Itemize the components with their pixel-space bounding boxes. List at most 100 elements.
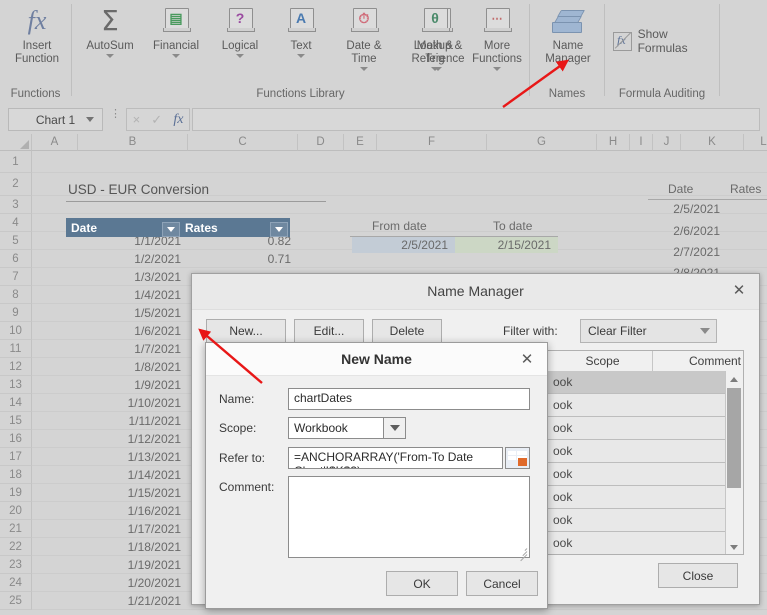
row-header-21[interactable]: 21 xyxy=(0,520,32,538)
name-input[interactable]: chartDates xyxy=(288,388,530,410)
from-date-cell[interactable]: 2/5/2021 xyxy=(352,237,455,253)
chevron-down-icon[interactable] xyxy=(106,54,114,58)
row-header-24[interactable]: 24 xyxy=(0,574,32,592)
result-cell-date[interactable]: 2/6/2021 xyxy=(660,224,720,238)
table-cell-date[interactable]: 1/5/2021 xyxy=(78,306,181,320)
row-header-5[interactable]: 5 xyxy=(0,232,32,250)
row-header-9[interactable]: 9 xyxy=(0,304,32,322)
row-header-8[interactable]: 8 xyxy=(0,286,32,304)
chevron-down-icon[interactable] xyxy=(172,54,180,58)
table-cell-date[interactable]: 1/15/2021 xyxy=(78,486,181,500)
math-trig-button[interactable]: θ Math & Trig xyxy=(403,2,467,71)
table-cell-date[interactable]: 1/19/2021 xyxy=(78,558,181,572)
cancel-button[interactable]: Cancel xyxy=(466,571,538,596)
row-header-2[interactable]: 2 xyxy=(0,173,32,196)
list-scrollbar[interactable] xyxy=(725,371,743,554)
chevron-down-icon[interactable] xyxy=(694,320,716,342)
table-cell-date[interactable]: 1/12/2021 xyxy=(78,432,181,446)
filter-dropdown[interactable]: Clear Filter xyxy=(580,319,717,343)
column-header-f[interactable]: F xyxy=(377,134,487,151)
close-icon[interactable]: ✕ xyxy=(516,349,538,369)
row-header-18[interactable]: 18 xyxy=(0,466,32,484)
new-button[interactable]: New... xyxy=(206,319,286,343)
row-header-15[interactable]: 15 xyxy=(0,412,32,430)
row-header-16[interactable]: 16 xyxy=(0,430,32,448)
row-header-25[interactable]: 25 xyxy=(0,592,32,610)
column-header-j[interactable]: J xyxy=(653,134,681,151)
column-header-scope[interactable]: Scope xyxy=(553,351,653,371)
scroll-up-icon[interactable] xyxy=(726,371,742,387)
table-cell-date[interactable]: 1/2/2021 xyxy=(78,252,181,266)
insert-function-icon[interactable]: fx xyxy=(173,112,183,128)
scroll-down-icon[interactable] xyxy=(726,539,742,554)
row-header-6[interactable]: 6 xyxy=(0,250,32,268)
table-cell-date[interactable]: 1/21/2021 xyxy=(78,594,181,608)
logical-button[interactable]: ? Logical xyxy=(209,2,271,58)
row-header-3[interactable]: 3 xyxy=(0,196,32,214)
column-header-a[interactable]: A xyxy=(32,134,78,151)
row-header-11[interactable]: 11 xyxy=(0,340,32,358)
table-cell-date[interactable]: 1/9/2021 xyxy=(78,378,181,392)
show-formulas-button[interactable]: fx Show Formulas xyxy=(613,27,719,55)
cancel-icon[interactable]: × xyxy=(133,112,141,127)
close-icon[interactable]: ✕ xyxy=(728,280,750,300)
chevron-down-icon[interactable] xyxy=(236,54,244,58)
row-header-1[interactable]: 1 xyxy=(0,151,32,173)
column-header-b[interactable]: B xyxy=(78,134,188,151)
column-header-e[interactable]: E xyxy=(344,134,377,151)
row-header-22[interactable]: 22 xyxy=(0,538,32,556)
chevron-down-icon[interactable] xyxy=(86,117,94,122)
name-manager-button[interactable]: Name Manager xyxy=(537,2,599,66)
column-header-d[interactable]: D xyxy=(298,134,344,151)
table-cell-date[interactable]: 1/16/2021 xyxy=(78,504,181,518)
financial-button[interactable]: ▤ Financial xyxy=(145,2,207,58)
formula-bar-handle[interactable]: ⋮ xyxy=(110,109,121,120)
table-cell-date[interactable]: 1/7/2021 xyxy=(78,342,181,356)
filter-dropdown-rates[interactable] xyxy=(270,222,288,237)
table-cell-date[interactable]: 1/10/2021 xyxy=(78,396,181,410)
filter-dropdown-date[interactable] xyxy=(162,222,180,237)
chevron-down-icon[interactable] xyxy=(431,67,439,71)
row-header-10[interactable]: 10 xyxy=(0,322,32,340)
row-header-20[interactable]: 20 xyxy=(0,502,32,520)
formula-input[interactable] xyxy=(192,108,760,131)
autosum-button[interactable]: Σ AutoSum xyxy=(79,2,141,58)
row-header-14[interactable]: 14 xyxy=(0,394,32,412)
table-cell-rate[interactable]: 0.71 xyxy=(188,252,291,266)
insert-function-button[interactable]: fx Insert Function xyxy=(6,2,68,66)
table-cell-date[interactable]: 1/11/2021 xyxy=(78,414,182,428)
comment-textarea[interactable] xyxy=(288,476,530,562)
close-button[interactable]: Close xyxy=(658,563,738,588)
ok-button[interactable]: OK xyxy=(386,571,458,596)
row-header-23[interactable]: 23 xyxy=(0,556,32,574)
table-cell-date[interactable]: 1/17/2021 xyxy=(78,522,181,536)
column-header-comment[interactable]: Comment xyxy=(653,351,743,371)
result-cell-date[interactable]: 2/7/2021 xyxy=(660,245,720,259)
chevron-down-icon[interactable] xyxy=(297,54,305,58)
delete-button[interactable]: Delete xyxy=(372,319,442,343)
column-header-g[interactable]: G xyxy=(487,134,597,151)
refer-to-input[interactable]: =ANCHORARRAY('From-To Date Chart'!$K$3) xyxy=(288,447,503,469)
to-date-cell[interactable]: 2/15/2021 xyxy=(455,237,558,253)
range-picker-icon[interactable] xyxy=(505,447,530,469)
row-header-17[interactable]: 17 xyxy=(0,448,32,466)
row-header-19[interactable]: 19 xyxy=(0,484,32,502)
more-functions-button[interactable]: ⋯ More Functions xyxy=(464,2,530,71)
row-header-12[interactable]: 12 xyxy=(0,358,32,376)
row-header-13[interactable]: 13 xyxy=(0,376,32,394)
edit-button[interactable]: Edit... xyxy=(294,319,364,343)
enter-icon[interactable]: ✓ xyxy=(151,112,162,128)
row-header-7[interactable]: 7 xyxy=(0,268,32,286)
table-cell-date[interactable]: 1/6/2021 xyxy=(78,324,181,338)
name-box[interactable]: Chart 1 xyxy=(8,108,103,131)
scope-select[interactable]: Workbook xyxy=(288,417,384,439)
table-cell-date[interactable]: 1/13/2021 xyxy=(78,450,181,464)
table-cell-date[interactable]: 1/4/2021 xyxy=(78,288,181,302)
result-cell-date[interactable]: 2/5/2021 xyxy=(660,202,720,216)
date-time-button[interactable]: ⏱ Date & Time xyxy=(333,2,395,71)
table-cell-date[interactable]: 1/14/2021 xyxy=(78,468,181,482)
column-header-l[interactable]: L xyxy=(744,134,767,151)
resize-handle-icon[interactable] xyxy=(518,546,528,562)
text-button[interactable]: A Text xyxy=(270,2,332,58)
row-header-4[interactable]: 4 xyxy=(0,214,32,232)
